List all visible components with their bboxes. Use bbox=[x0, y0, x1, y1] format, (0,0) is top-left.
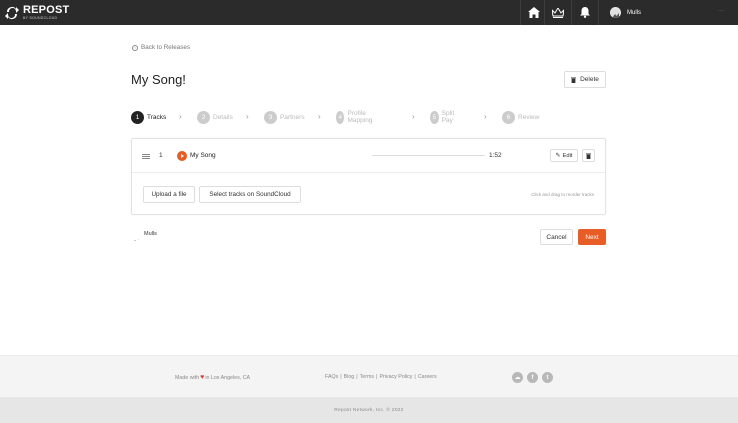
made-with-text: Made with ♥ in Los Angeles, CA bbox=[175, 374, 250, 381]
trash-icon bbox=[586, 153, 591, 159]
step-label: Profile Mapping bbox=[347, 110, 373, 124]
footer-link-faqs[interactable]: FAQs bbox=[325, 374, 338, 380]
footer-link-terms[interactable]: Terms bbox=[360, 374, 374, 380]
nav-home-button[interactable] bbox=[520, 0, 547, 25]
step-number: 6 bbox=[502, 110, 515, 124]
top-navbar: REPOST BY SOUNDCLOUD Mulls ··· bbox=[0, 0, 738, 25]
soundcloud-icon[interactable]: ☁ bbox=[512, 372, 523, 383]
back-link-label: Back to Releases bbox=[141, 44, 191, 51]
step-review[interactable]: 6 Review bbox=[502, 110, 539, 124]
step-label: Details bbox=[213, 113, 233, 121]
link-separator: | bbox=[376, 374, 378, 380]
footer-link-privacy[interactable]: Privacy Policy bbox=[379, 374, 412, 380]
owner-avatar bbox=[131, 232, 140, 241]
chevron-right-icon: › bbox=[484, 112, 487, 121]
trash-icon bbox=[571, 77, 577, 83]
pencil-icon: ✎ bbox=[555, 153, 561, 159]
step-number: 3 bbox=[264, 110, 277, 124]
repost-logo-icon bbox=[5, 6, 19, 19]
edit-track-button[interactable]: ✎ Edit bbox=[550, 149, 578, 162]
delete-label: Delete bbox=[580, 76, 599, 83]
delete-button[interactable]: Delete bbox=[564, 71, 606, 88]
made-with-prefix: Made with bbox=[175, 374, 200, 381]
next-button[interactable]: Next bbox=[578, 229, 606, 245]
bell-icon bbox=[580, 7, 590, 18]
upload-file-button[interactable]: Upload a file bbox=[143, 186, 195, 203]
footer: Made with ♥ in Los Angeles, CA FAQs | Bl… bbox=[0, 355, 738, 397]
chevron-right-icon: › bbox=[318, 112, 321, 121]
twitter-icon[interactable]: t bbox=[542, 372, 553, 383]
step-profile-mapping[interactable]: 4 Profile Mapping bbox=[336, 110, 377, 124]
owner-avatar-image bbox=[134, 239, 139, 241]
user-avatar-image bbox=[610, 9, 621, 18]
step-label: Review bbox=[518, 113, 540, 121]
link-separator: | bbox=[356, 374, 358, 380]
step-label: Tracks bbox=[147, 113, 167, 121]
step-split-pay[interactable]: 5 Split Pay bbox=[430, 110, 459, 124]
track-index: 1 bbox=[159, 152, 163, 159]
step-number: 2 bbox=[197, 110, 210, 124]
step-number: 4 bbox=[336, 110, 345, 124]
drag-handle-icon[interactable] bbox=[142, 154, 150, 159]
facebook-icon[interactable]: f bbox=[527, 372, 538, 383]
user-avatar bbox=[610, 7, 621, 18]
made-with-suffix: in Los Angeles, CA bbox=[205, 374, 251, 381]
arrow-left-icon: ‹ bbox=[132, 44, 138, 51]
user-menu[interactable]: Mulls ··· bbox=[598, 0, 738, 25]
footer-links: FAQs | Blog | Terms | Privacy Policy | C… bbox=[325, 374, 437, 380]
select-soundcloud-tracks-button[interactable]: Select tracks on SoundCloud bbox=[199, 186, 301, 203]
step-details[interactable]: 2 Details bbox=[197, 110, 233, 124]
release-owner: Mulls bbox=[131, 231, 157, 241]
track-row[interactable]: 1 My Song 1:52 ✎ Edit bbox=[132, 139, 605, 173]
step-label: Split Pay bbox=[441, 110, 455, 124]
footer-link-careers[interactable]: Careers bbox=[418, 374, 437, 380]
delete-track-button[interactable] bbox=[582, 149, 595, 162]
step-tracks[interactable]: 1 Tracks bbox=[131, 110, 166, 124]
chevron-right-icon: › bbox=[412, 112, 415, 121]
tracks-panel: 1 My Song 1:52 ✎ Edit Upload a file Sele… bbox=[131, 138, 606, 215]
more-options-icon[interactable]: ··· bbox=[718, 8, 726, 14]
crown-icon bbox=[552, 7, 564, 18]
back-to-releases-link[interactable]: ‹ Back to Releases bbox=[132, 44, 190, 51]
nav-crown-button[interactable] bbox=[544, 0, 571, 25]
edit-label: Edit bbox=[562, 152, 573, 159]
step-number: 5 bbox=[430, 110, 439, 124]
chevron-right-icon: › bbox=[246, 112, 249, 121]
cancel-button[interactable]: Cancel bbox=[540, 229, 573, 245]
link-separator: | bbox=[340, 374, 342, 380]
brand-name: REPOST bbox=[23, 3, 70, 16]
nav-notifications-button[interactable] bbox=[571, 0, 598, 25]
owner-name: Mulls bbox=[144, 231, 157, 237]
user-name: Mulls bbox=[627, 9, 642, 16]
play-button[interactable] bbox=[177, 151, 187, 161]
chevron-right-icon: › bbox=[179, 112, 182, 121]
brand-sub: BY SOUNDCLOUD bbox=[23, 15, 58, 20]
home-icon bbox=[528, 7, 540, 18]
repost-logo[interactable]: REPOST BY SOUNDCLOUD bbox=[4, 3, 69, 22]
heart-icon: ♥ bbox=[200, 374, 205, 381]
footer-link-blog[interactable]: Blog bbox=[344, 374, 355, 380]
link-separator: | bbox=[414, 374, 416, 380]
reorder-hint: Click and drag to reorder tracks bbox=[531, 192, 594, 197]
track-progress-bar[interactable] bbox=[372, 155, 485, 156]
page-title: My Song! bbox=[131, 72, 186, 87]
copyright: Repost Network, Inc. © 2022 bbox=[0, 397, 738, 423]
step-number: 1 bbox=[131, 110, 144, 124]
social-links: ☁ f t bbox=[512, 372, 557, 383]
track-title: My Song bbox=[190, 152, 216, 159]
step-partners[interactable]: 3 Partners bbox=[264, 110, 305, 124]
track-duration: 1:52 bbox=[489, 152, 502, 159]
step-label: Partners bbox=[280, 113, 305, 121]
